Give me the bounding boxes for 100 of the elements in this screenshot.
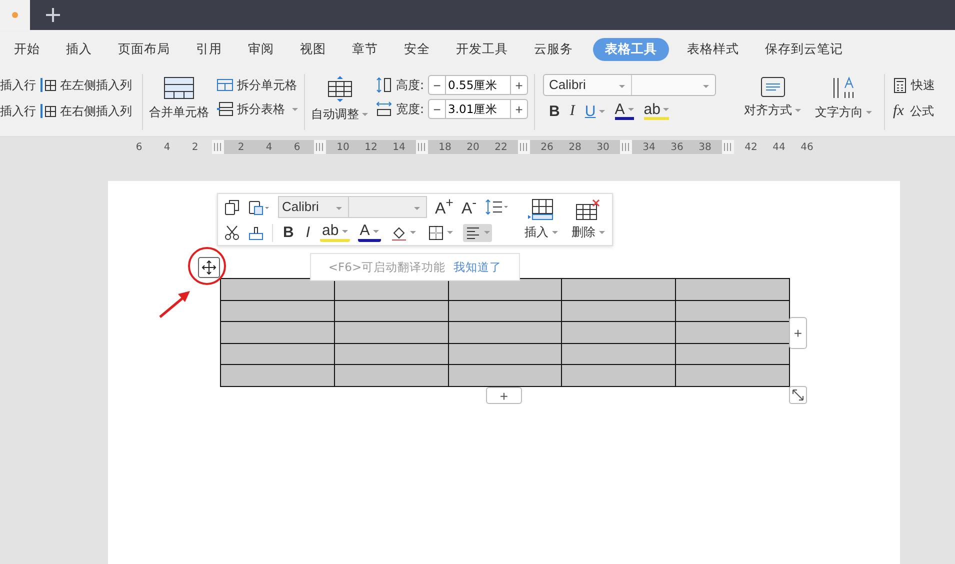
format-painter-icon[interactable]	[248, 224, 264, 240]
merge-cells-button[interactable]: 合并单元格	[149, 74, 209, 130]
ruler-number: 44	[772, 142, 786, 152]
align-text-icon	[760, 76, 786, 98]
highlight-button[interactable]: ab	[644, 102, 670, 120]
insert-row-button[interactable]: 插入行	[0, 100, 36, 122]
resize-table-icon[interactable]	[789, 386, 807, 404]
ruler-number: 26	[540, 142, 554, 152]
autofit-button[interactable]: 自动调整	[311, 74, 368, 130]
table-cell[interactable]	[334, 300, 449, 322]
table-cell[interactable]	[562, 365, 676, 387]
bold-button[interactable]: B	[281, 223, 296, 242]
highlight-button[interactable]: ab	[320, 223, 350, 242]
delete-table-icon	[575, 198, 602, 220]
decrease-button[interactable]: −	[428, 75, 446, 95]
increase-button[interactable]: +	[510, 75, 528, 95]
formula-button[interactable]: fx 公式	[893, 100, 936, 122]
bold-button[interactable]: B	[549, 102, 560, 120]
table-cell[interactable]	[562, 300, 676, 322]
table-cell[interactable]	[676, 279, 790, 301]
menu-tab[interactable]: 云服务	[522, 38, 585, 60]
ruler-handle[interactable]	[620, 140, 632, 154]
column-width-icon	[376, 101, 392, 117]
paste-icon[interactable]	[248, 198, 270, 214]
table-cell[interactable]	[334, 279, 449, 301]
alignment-button[interactable]: 对齐方式	[744, 74, 802, 130]
table-cell[interactable]	[221, 322, 335, 344]
plus-icon[interactable]	[46, 8, 60, 22]
menu-tab[interactable]: 表格样式	[675, 38, 751, 60]
align-button[interactable]	[462, 224, 492, 242]
italic-button[interactable]: I	[304, 223, 312, 242]
font-color-button[interactable]: A	[614, 102, 634, 120]
insert-column-button[interactable]: 在右侧插入列	[40, 100, 132, 122]
menu-tab[interactable]: 开始	[2, 38, 52, 60]
merge-cells-icon	[163, 76, 195, 100]
table-cell[interactable]	[562, 322, 676, 344]
table-cell[interactable]	[334, 322, 449, 344]
dismiss-link[interactable]: 我知道了	[454, 260, 502, 274]
font-color-button[interactable]: A	[358, 223, 381, 242]
menu-tab[interactable]: 插入	[54, 38, 104, 60]
table-cell[interactable]	[676, 322, 790, 344]
menu-tab[interactable]: 视图	[288, 38, 338, 60]
add-row-button[interactable]: +	[486, 387, 522, 404]
table-cell[interactable]	[676, 365, 790, 387]
copy-icon[interactable]	[224, 198, 240, 214]
grow-font-button[interactable]: A$^{+}$	[435, 194, 454, 218]
table-cell[interactable]	[448, 322, 562, 344]
shrink-font-button[interactable]: A$^{-}$	[461, 194, 477, 218]
menu-tab[interactable]: 保存到云笔记	[753, 38, 855, 60]
menu-tab[interactable]: 章节	[340, 38, 390, 60]
table-cell[interactable]	[448, 365, 562, 387]
split-cell-button[interactable]: 拆分单元格	[217, 74, 298, 96]
menu-tab[interactable]: 安全	[392, 38, 442, 60]
ruler-handle[interactable]	[722, 140, 734, 154]
table-cell[interactable]	[676, 344, 790, 366]
scissors-icon[interactable]	[224, 224, 240, 240]
table-cell[interactable]	[676, 300, 790, 322]
width-field[interactable]: 3.01厘米	[446, 99, 510, 119]
calculator-icon	[893, 78, 908, 92]
line-spacing-icon[interactable]	[484, 198, 509, 214]
menu-tab[interactable]: 开发工具	[444, 38, 520, 60]
increase-button[interactable]: +	[510, 99, 528, 119]
menu-tab[interactable]: 引用	[184, 38, 234, 60]
ruler-handle[interactable]	[518, 140, 530, 154]
ruler-number: 34	[642, 142, 656, 152]
italic-button[interactable]: I	[570, 102, 575, 120]
quick-calc-button[interactable]: 快速	[893, 74, 936, 96]
table-cell[interactable]	[221, 344, 335, 366]
font-name-dropdown[interactable]: Calibri	[278, 196, 349, 218]
ruler-number: 22	[494, 142, 508, 152]
table-cell[interactable]	[221, 300, 335, 322]
table-cell[interactable]	[562, 279, 676, 301]
insert-row-button[interactable]: 插入行	[0, 74, 36, 96]
delete-button[interactable]: 删除	[568, 198, 609, 240]
menu-tab[interactable]: 审阅	[236, 38, 286, 60]
ruler-number: 42	[744, 142, 758, 152]
decrease-button[interactable]: −	[428, 99, 446, 119]
insert-button[interactable]: 插入	[520, 198, 562, 240]
fill-bucket-icon	[390, 224, 407, 240]
height-field[interactable]: 0.55厘米	[446, 75, 510, 95]
underline-button[interactable]: U	[584, 102, 605, 120]
insert-row-icon	[528, 198, 554, 220]
ruler-handle[interactable]	[416, 140, 428, 154]
table-cell[interactable]	[334, 365, 449, 387]
table-cell[interactable]	[448, 300, 562, 322]
ruler-handle[interactable]	[314, 140, 326, 154]
add-column-button[interactable]: +	[789, 317, 807, 349]
table-cell[interactable]	[221, 279, 335, 301]
move-table-icon[interactable]	[198, 257, 220, 278]
ruler-number: 12	[364, 142, 378, 152]
text-direction-button[interactable]: 文字方向	[815, 74, 872, 130]
table-cell[interactable]	[448, 279, 562, 301]
menu-tab[interactable]: 页面布局	[106, 38, 182, 60]
table-cell[interactable]	[334, 344, 449, 366]
insert-column-button[interactable]: 在左侧插入列	[40, 74, 132, 96]
table-cell[interactable]	[562, 344, 676, 366]
table-cell[interactable]	[448, 344, 562, 366]
table-cell[interactable]	[221, 365, 335, 387]
split-table-button[interactable]: 拆分表格	[217, 98, 298, 120]
ruler-handle[interactable]	[212, 140, 224, 154]
